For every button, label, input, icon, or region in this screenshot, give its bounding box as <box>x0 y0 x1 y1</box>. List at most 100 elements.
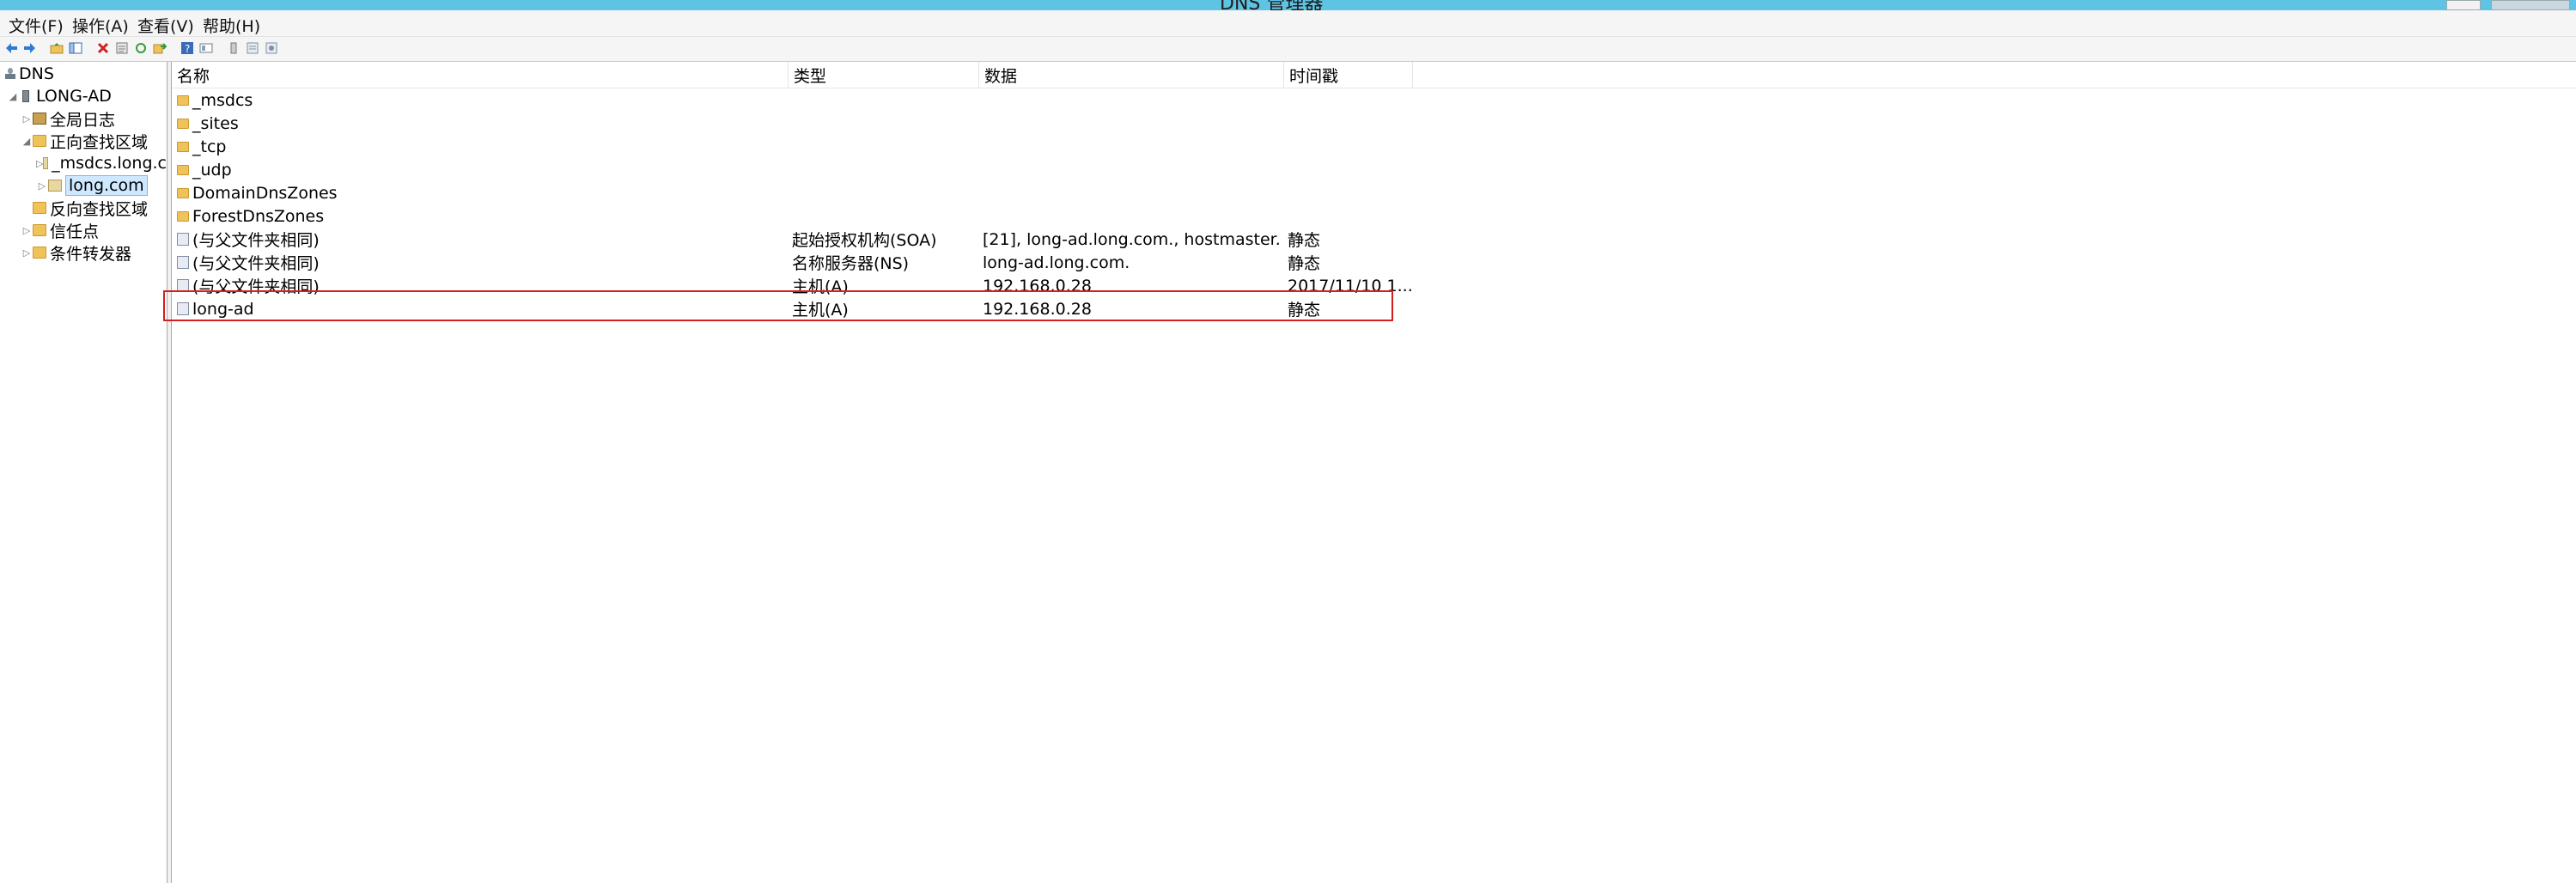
collapsed-arrow-icon[interactable]: ▷ <box>36 158 43 169</box>
cell-name: (与父文件夹相同) <box>177 228 789 251</box>
export-icon[interactable] <box>153 41 167 55</box>
cell-name: _sites <box>177 112 789 135</box>
close-button[interactable] <box>2491 0 2570 10</box>
folder-icon <box>177 210 189 222</box>
refresh-icon[interactable] <box>134 41 148 55</box>
dns-icon <box>5 68 15 80</box>
cell-timestamp <box>1288 158 1413 181</box>
tree-item-long-ad[interactable]: ◢ LONG-AD <box>7 86 112 107</box>
folder-icon <box>33 202 46 214</box>
expanded-arrow-icon[interactable]: ◢ <box>21 136 33 147</box>
table-row[interactable]: _tcp <box>172 135 1417 158</box>
menu-view[interactable]: 查看(V) <box>137 14 194 37</box>
collapsed-arrow-icon[interactable]: ▷ <box>21 247 33 259</box>
tree-label: DNS <box>19 64 54 83</box>
cell-timestamp <box>1288 181 1413 204</box>
menu-bar: 文件(F) 操作(A) 查看(V) 帮助(H) <box>0 10 2576 37</box>
menu-help[interactable]: 帮助(H) <box>203 14 260 37</box>
record-a-icon[interactable] <box>227 41 241 55</box>
tree-item-global-logs[interactable]: ▷ 全局日志 <box>21 108 116 130</box>
cell-name: DomainDnsZones <box>177 181 789 204</box>
cell-data <box>983 135 1279 158</box>
cell-name-text: _udp <box>192 160 232 180</box>
column-header-data[interactable]: 数据 <box>979 62 1284 88</box>
cell-name-text: (与父文件夹相同) <box>192 231 320 250</box>
menu-file[interactable]: 文件(F) <box>9 14 64 37</box>
column-header-type[interactable]: 类型 <box>789 62 979 88</box>
cell-type-text: 起始授权机构(SOA) <box>792 231 937 250</box>
forward-icon[interactable] <box>22 41 36 55</box>
folder-icon <box>177 164 189 175</box>
tree-label: 全局日志 <box>50 110 116 130</box>
cell-timestamp <box>1288 135 1413 158</box>
table-row[interactable]: DomainDnsZones <box>172 181 1417 204</box>
delete-icon[interactable] <box>96 41 110 55</box>
cell-name-text: ForestDnsZones <box>192 206 325 226</box>
cell-name: _tcp <box>177 135 789 158</box>
collapsed-arrow-icon[interactable]: ▷ <box>21 225 33 236</box>
cell-timestamp <box>1288 112 1413 135</box>
cell-timestamp <box>1288 88 1413 112</box>
log-folder-icon <box>33 113 46 125</box>
record-list-icon[interactable] <box>246 41 259 55</box>
tree-item-msdcs-zone[interactable]: ▷ _msdcs.long.c <box>36 153 167 174</box>
help-icon[interactable]: ? <box>180 41 194 55</box>
tree-item-reverse-lookup-zones[interactable]: 反向查找区域 <box>21 198 149 219</box>
cell-data <box>983 158 1279 181</box>
collapsed-arrow-icon[interactable]: ▷ <box>21 113 33 125</box>
toolbar: ? <box>0 37 2576 62</box>
server-icon <box>22 90 29 102</box>
cell-data <box>983 181 1279 204</box>
cell-data: [21], long-ad.long.com., hostmaster.lo..… <box>983 228 1279 251</box>
cell-type: 名称服务器(NS) <box>792 251 979 274</box>
cell-name-text: _tcp <box>192 137 227 156</box>
collapsed-arrow-icon[interactable]: ▷ <box>36 180 48 192</box>
folder-icon <box>33 224 46 236</box>
expanded-arrow-icon[interactable]: ◢ <box>7 91 19 102</box>
tree-label: LONG-AD <box>36 87 112 106</box>
folder-icon <box>177 187 189 198</box>
table-row[interactable]: ForestDnsZones <box>172 204 1417 228</box>
table-row[interactable]: (与父文件夹相同) 名称服务器(NS) long-ad.long.com. 静态 <box>172 251 1417 274</box>
cell-data <box>983 204 1279 228</box>
cell-type-text: 名称服务器(NS) <box>792 254 910 273</box>
cell-name-text: _msdcs <box>192 90 253 110</box>
title-bar: DNS 管理器 <box>0 0 2576 15</box>
column-header-name[interactable]: 名称 <box>172 62 789 88</box>
zone-icon <box>43 157 49 169</box>
cell-timestamp: 静态 <box>1288 251 1413 274</box>
record-delegate-icon[interactable] <box>265 41 278 55</box>
tree-item-conditional-forwarders[interactable]: ▷ 条件转发器 <box>21 242 132 264</box>
tree-item-trust-points[interactable]: ▷ 信任点 <box>21 220 99 241</box>
folder-icon <box>177 141 189 152</box>
folder-icon <box>33 247 46 259</box>
restore-button[interactable] <box>2446 0 2481 10</box>
back-icon[interactable] <box>5 41 19 55</box>
zone-icon <box>48 180 62 192</box>
tree-item-long-com[interactable]: ▷ long.com <box>36 175 148 196</box>
tree-label: 正向查找区域 <box>50 132 149 152</box>
tree-label: long.com <box>65 175 148 196</box>
cell-data-text: [21], long-ad.long.com., hostmaster.lo..… <box>983 229 1279 249</box>
cell-data <box>983 112 1279 135</box>
cell-data-text: long-ad.long.com. <box>983 253 1130 272</box>
show-hide-tree-icon[interactable] <box>69 41 82 55</box>
tree-label: 反向查找区域 <box>50 199 149 219</box>
tree-item-forward-lookup-zones[interactable]: ◢ 正向查找区域 <box>21 131 149 152</box>
cell-name: ForestDnsZones <box>177 204 789 228</box>
cell-type <box>792 204 979 228</box>
view-icon[interactable] <box>199 41 213 55</box>
table-row[interactable]: _msdcs <box>172 88 1417 112</box>
column-header-timestamp[interactable]: 时间戳 <box>1284 62 1413 88</box>
table-row[interactable]: _udp <box>172 158 1417 181</box>
cell-timestamp: 静态 <box>1288 228 1413 251</box>
properties-icon[interactable] <box>115 41 129 55</box>
folder-icon <box>33 135 46 147</box>
tree-label: 条件转发器 <box>50 244 132 264</box>
list-header: 名称 类型 数据 时间戳 <box>172 62 2576 88</box>
table-row[interactable]: (与父文件夹相同) 起始授权机构(SOA) [21], long-ad.long.c… <box>172 228 1417 251</box>
up-folder-icon[interactable] <box>50 41 64 55</box>
tree-item-dns[interactable]: DNS <box>5 64 54 84</box>
table-row[interactable]: _sites <box>172 112 1417 135</box>
menu-action[interactable]: 操作(A) <box>72 14 129 37</box>
